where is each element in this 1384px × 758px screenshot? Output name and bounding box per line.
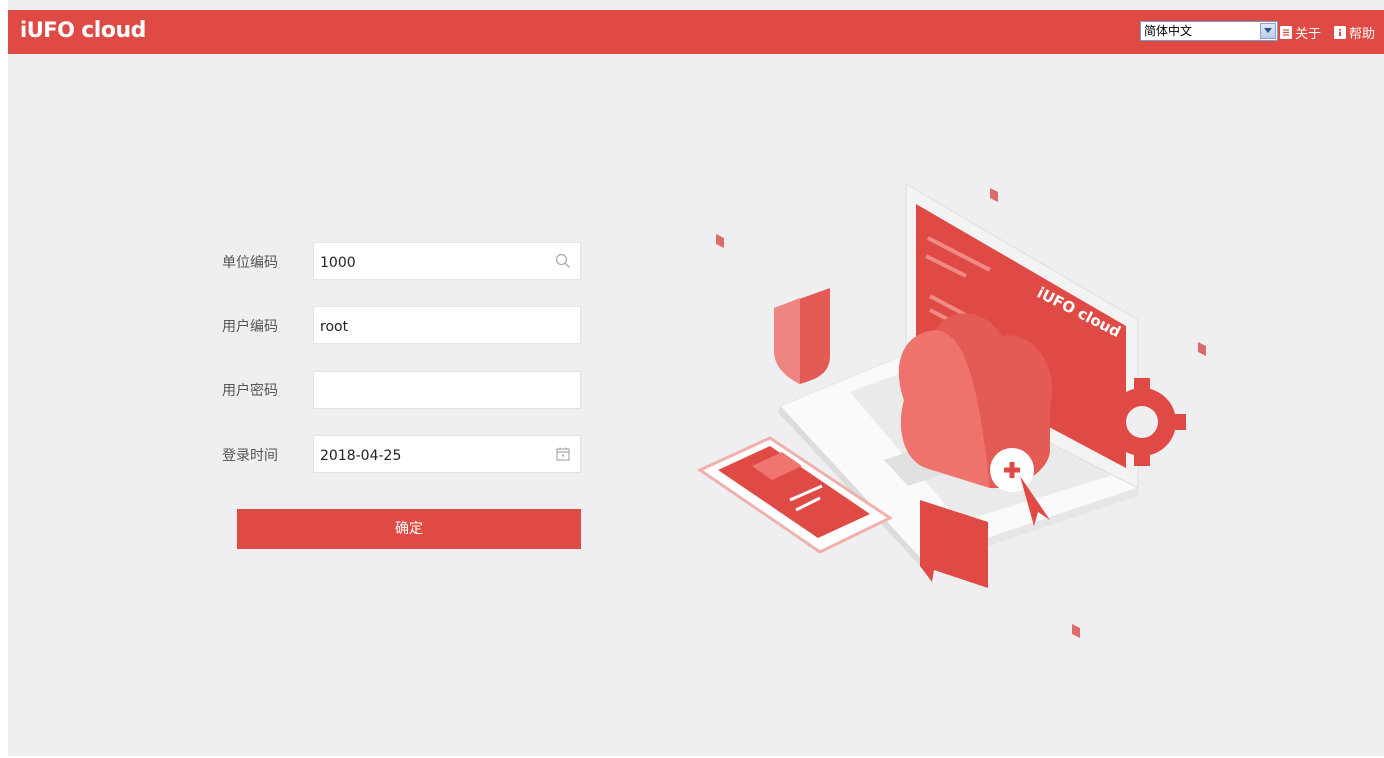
password-label: 用户密码 [222,383,278,399]
help-link[interactable]: 帮助 [1334,23,1376,42]
password-input[interactable] [313,371,581,409]
login-time-value: 2018-04-25 [320,448,402,464]
dropdown-arrow-icon[interactable] [1260,23,1276,39]
login-time-label: 登录时间 [222,448,278,464]
unit-code-label: 单位编码 [222,255,278,271]
logo-text-iufo: iUFO [20,18,75,42]
about-icon [1280,25,1292,39]
user-code-label: 用户编码 [222,319,278,335]
top-bar: iUFO cloud 简体中文 关于 帮助 [8,10,1384,54]
app-logo: iUFO cloud [20,18,146,43]
language-selected-value: 简体中文 [1144,24,1193,38]
unit-code-value: 1000 [320,255,356,271]
about-link[interactable]: 关于 [1280,23,1322,42]
cloud-laptop-illustration: iUFO cloud [696,183,1206,638]
submit-button[interactable]: 确定 [237,509,581,549]
help-label: 帮助 [1349,26,1376,42]
logo-text-cloud: cloud [81,18,146,43]
user-code-input[interactable]: root [313,306,581,344]
search-icon[interactable] [554,252,572,270]
login-time-input[interactable]: 2018-04-25 [313,435,581,473]
language-select[interactable]: 简体中文 [1140,21,1278,41]
about-label: 关于 [1295,26,1322,42]
page-left-margin [0,0,8,758]
calendar-icon[interactable] [554,445,572,463]
user-code-value: root [320,319,349,335]
unit-code-input[interactable]: 1000 [313,242,581,280]
help-icon [1334,25,1346,39]
